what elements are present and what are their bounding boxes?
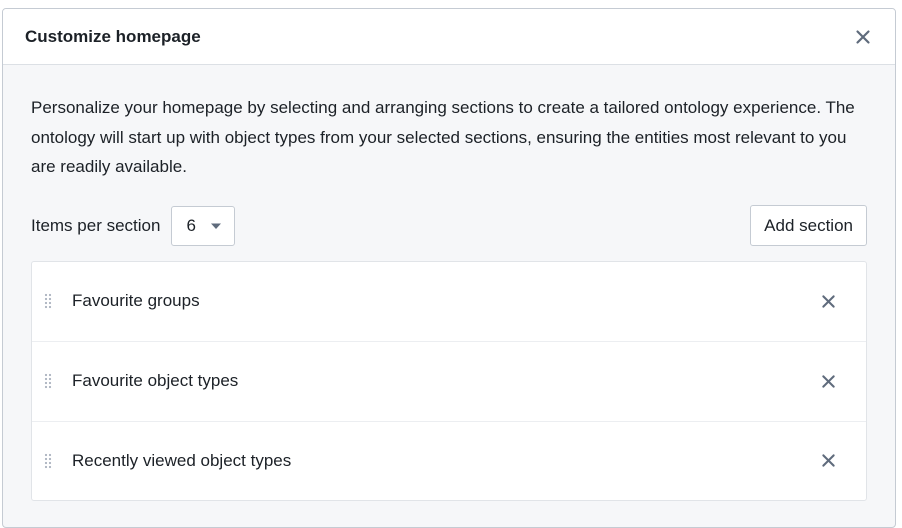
controls-row: Items per section 6 Add section [31, 205, 867, 246]
section-label: Recently viewed object types [72, 450, 292, 470]
section-list: Favourite groups Favourite object types [31, 260, 867, 501]
remove-section-button[interactable] [816, 449, 840, 473]
dialog-title: Customize homepage [25, 26, 201, 46]
section-label: Favourite object types [72, 371, 239, 390]
remove-icon [821, 374, 835, 388]
remove-icon [821, 454, 835, 467]
customize-homepage-dialog: Customize homepage Personalize your home… [2, 8, 896, 528]
section-row-favourite-object-types[interactable]: Favourite object types [32, 342, 866, 422]
close-button[interactable] [849, 23, 877, 51]
section-row-favourite-groups[interactable]: Favourite groups [32, 262, 866, 342]
drag-handle-icon[interactable] [44, 373, 52, 389]
remove-icon [821, 294, 835, 308]
close-icon [856, 29, 870, 44]
items-per-section: Items per section 6 [31, 205, 236, 246]
items-per-section-select[interactable]: 6 [171, 205, 236, 246]
dialog-description: Personalize your homepage by selecting a… [31, 98, 855, 176]
drag-handle-icon[interactable] [44, 293, 52, 309]
items-per-section-value: 6 [186, 215, 196, 235]
dialog-header: Customize homepage [3, 9, 895, 65]
drag-handle-icon[interactable] [44, 453, 52, 469]
section-row-recently-viewed-object-types[interactable]: Recently viewed object types [32, 422, 866, 500]
remove-section-button[interactable] [816, 369, 840, 393]
dialog-body: Personalize your homepage by selecting a… [3, 65, 895, 501]
remove-section-button[interactable] [816, 289, 840, 313]
section-label: Favourite groups [72, 291, 200, 310]
items-per-section-label: Items per section [31, 215, 161, 235]
caret-down-icon [211, 223, 222, 229]
add-section-button[interactable]: Add section [750, 205, 867, 246]
